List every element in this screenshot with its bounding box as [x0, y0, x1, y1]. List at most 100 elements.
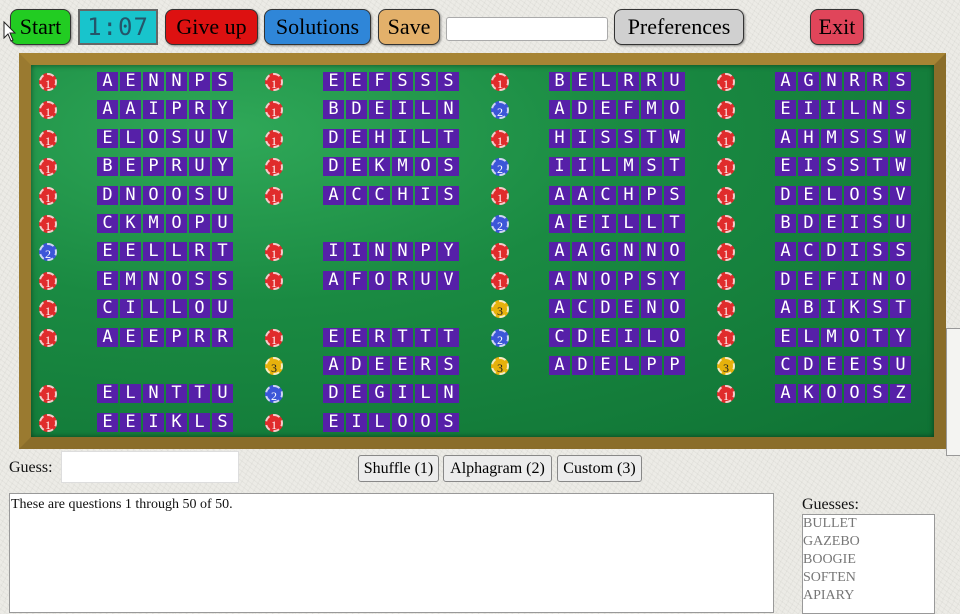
word-tiles[interactable]: BDEISU — [775, 214, 911, 233]
word-tiles[interactable]: EEFSSS — [323, 72, 459, 91]
alphagram-button[interactable]: Alphagram (2) — [443, 455, 552, 482]
word-tiles[interactable]: BEPRUY — [97, 157, 233, 177]
word-tiles[interactable]: IINNPY — [323, 242, 459, 262]
word-tiles[interactable]: CDEILO — [549, 327, 685, 347]
word-tiles[interactable]: AAIPRY — [97, 100, 233, 120]
letter-tile: R — [867, 72, 888, 91]
count-chip: 1 — [39, 158, 57, 177]
word-tiles[interactable]: AKOOSZ — [775, 384, 911, 404]
word-tiles[interactable]: IILMST — [549, 157, 685, 177]
exit-button[interactable]: Exit — [810, 9, 864, 45]
word-tiles[interactable]: DEHILT — [323, 128, 459, 148]
count-chip: 1 — [39, 101, 57, 120]
letter-tile: E — [369, 356, 390, 375]
word-tiles[interactable]: CDEESU — [775, 356, 911, 375]
word-tiles[interactable]: EILOOS — [323, 412, 459, 432]
letter-tile: I — [415, 185, 436, 205]
word-tiles[interactable]: BDEILN — [323, 100, 459, 120]
word-tiles[interactable]: AACHPS — [549, 185, 685, 205]
word-tiles[interactable]: AHMSSW — [775, 128, 911, 148]
word-tiles[interactable]: AENNPS — [97, 72, 233, 91]
word-tiles[interactable]: EIILNS — [775, 100, 911, 120]
guesses-list[interactable]: BULLET GAZEBO BOOGIE SOFTEN APIARY — [802, 514, 935, 614]
letter-tile: S — [438, 185, 459, 205]
give-up-button[interactable]: Give up — [165, 9, 258, 45]
word-tiles[interactable]: EELLRT — [97, 242, 233, 262]
letter-tile: A — [549, 242, 570, 262]
word-tiles[interactable]: ADELPP — [549, 356, 685, 375]
word-tiles[interactable]: ACCHIS — [323, 185, 459, 205]
word-tiles[interactable]: ABIKST — [775, 299, 911, 319]
word-tiles[interactable]: ADEFMO — [549, 100, 685, 120]
word-tiles[interactable]: DEGILN — [323, 384, 459, 404]
letter-tile: M — [143, 214, 164, 233]
guess-item: BULLET — [803, 516, 857, 531]
word-tiles[interactable]: DEKMOS — [323, 157, 459, 177]
letter-tile: I — [821, 100, 842, 120]
word-tiles[interactable]: AEILLT — [549, 214, 685, 233]
letter-tile: A — [120, 100, 141, 120]
letter-tile: L — [166, 242, 187, 262]
letter-tile: I — [346, 242, 367, 262]
word-tiles[interactable]: ACDENO — [549, 299, 685, 319]
letter-tile: S — [438, 157, 459, 177]
count-chip: 1 — [491, 271, 509, 290]
preferences-button[interactable]: Preferences — [614, 9, 744, 45]
guess-input[interactable] — [61, 451, 239, 483]
word-tiles[interactable]: DEFINO — [775, 270, 911, 290]
count-chip: 2 — [491, 215, 509, 233]
word-tiles[interactable]: AEEPRR — [97, 327, 233, 347]
word-tiles[interactable]: EEIKLS — [97, 412, 233, 432]
word-tiles[interactable]: ACDISS — [775, 242, 911, 262]
letter-tile: G — [369, 384, 390, 404]
word-tiles[interactable]: EMNOSS — [97, 270, 233, 290]
letter-tile: O — [664, 299, 685, 319]
guess-item: SOFTEN — [803, 570, 856, 585]
letter-tile: O — [821, 384, 842, 404]
word-tiles[interactable]: AAGNNO — [549, 242, 685, 262]
count-chip: 3 — [265, 357, 283, 375]
word-tiles[interactable]: ELOSUV — [97, 128, 233, 148]
letter-tile: E — [346, 157, 367, 177]
toolbar-text-field[interactable] — [446, 17, 608, 41]
word-tiles[interactable]: CILLOU — [97, 299, 233, 319]
custom-button[interactable]: Custom (3) — [557, 455, 642, 482]
word-tiles[interactable]: BELRRU — [549, 72, 685, 91]
solutions-button[interactable]: Solutions — [264, 9, 371, 45]
save-button[interactable]: Save — [378, 9, 440, 45]
word-tiles[interactable]: ANOPSY — [549, 270, 685, 290]
letter-tile: N — [641, 299, 662, 319]
letter-tile: D — [572, 356, 593, 375]
letter-tile: A — [775, 299, 796, 319]
letter-tile: R — [189, 327, 210, 347]
word-tiles[interactable]: DELOSV — [775, 185, 911, 205]
word-tiles[interactable]: HISSTW — [549, 128, 685, 148]
letter-tile: D — [775, 270, 796, 290]
word-tiles[interactable]: ELNTTU — [97, 384, 233, 404]
letter-tile: M — [641, 100, 662, 120]
word-tiles[interactable]: CKMOPU — [97, 214, 233, 233]
word-tiles[interactable]: ADEERS — [323, 356, 459, 375]
letter-tile: B — [798, 299, 819, 319]
letter-tile: N — [867, 100, 888, 120]
letter-tile: T — [415, 327, 436, 347]
word-tiles[interactable]: EISSTW — [775, 157, 911, 177]
letter-tile: I — [392, 384, 413, 404]
letter-tile: E — [143, 327, 164, 347]
letter-tile: S — [867, 242, 888, 262]
letter-tile: O — [664, 100, 685, 120]
letter-tile: V — [438, 270, 459, 290]
letter-tile: L — [595, 72, 616, 91]
word-tiles[interactable]: AGNRRS — [775, 72, 911, 91]
word-tiles[interactable]: AFORUV — [323, 270, 459, 290]
letter-tile: S — [392, 72, 413, 91]
word-tiles[interactable]: EERTTT — [323, 327, 459, 347]
word-tiles[interactable]: DNOOSU — [97, 185, 233, 205]
letter-tile: L — [415, 128, 436, 148]
letter-tile: I — [798, 157, 819, 177]
shuffle-button[interactable]: Shuffle (1) — [358, 455, 439, 482]
letter-tile: E — [97, 128, 118, 148]
start-button[interactable]: Start — [10, 9, 71, 45]
word-tiles[interactable]: ELMOTY — [775, 327, 911, 347]
letter-tile: A — [775, 242, 796, 262]
